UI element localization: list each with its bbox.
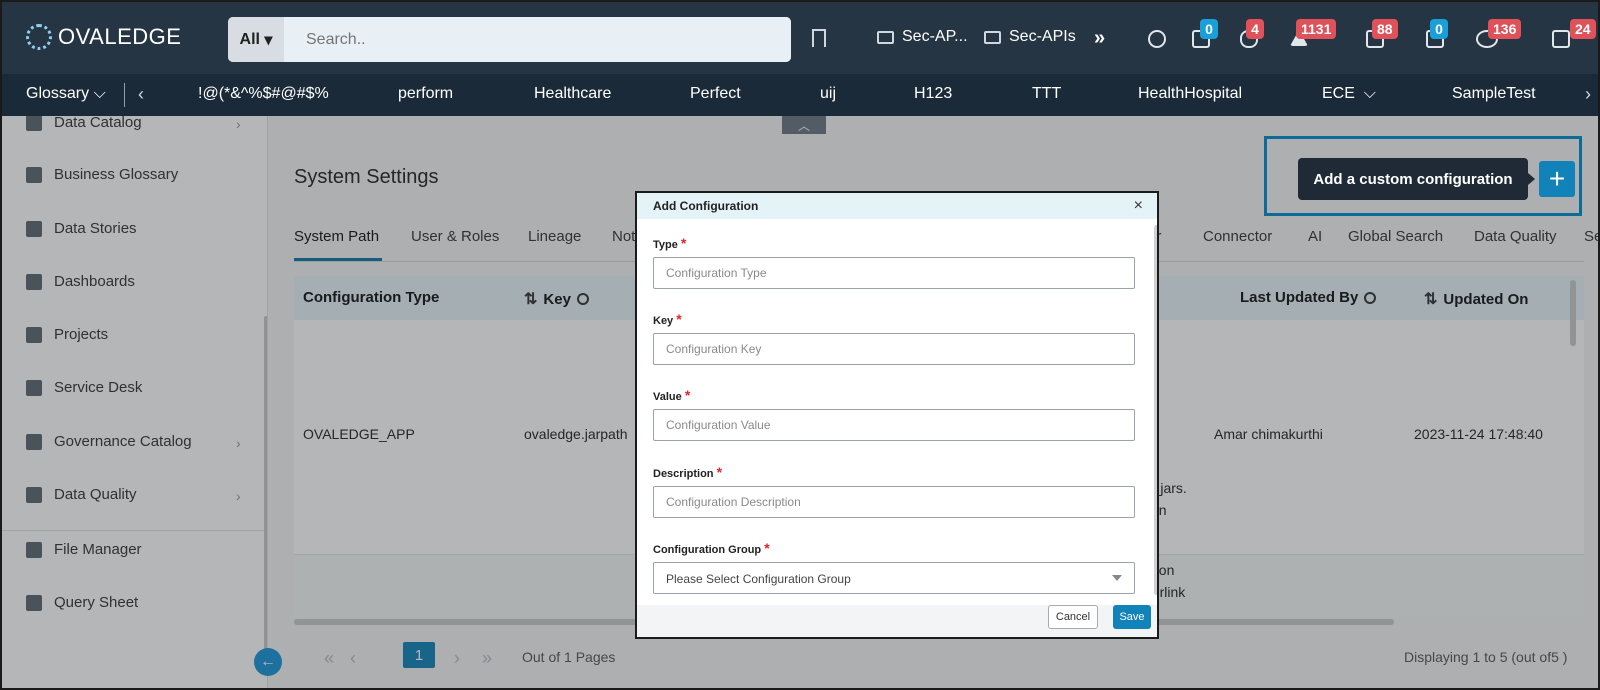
glossary-item[interactable]: perform	[398, 85, 453, 103]
key-input[interactable]	[653, 333, 1135, 365]
type-label: Type *	[653, 235, 686, 251]
divider	[124, 83, 125, 107]
field-label-text: Configuration Group	[653, 544, 762, 556]
field-label-text: Description	[653, 468, 714, 480]
required-mark: *	[716, 464, 723, 480]
type-input[interactable]	[653, 257, 1135, 289]
dashboard-gauge-icon[interactable]	[1148, 30, 1166, 48]
add-configuration-modal: Add Configuration × Type * Key * Value *…	[635, 191, 1159, 639]
folder-icon	[984, 30, 1001, 44]
glossary-item[interactable]: H123	[914, 85, 952, 103]
search-input[interactable]	[284, 17, 791, 62]
glossary-item-ece[interactable]: ECE ⌵	[1322, 85, 1376, 103]
glossary-item[interactable]: uij	[820, 85, 836, 103]
clipboard-count-badge: 24	[1570, 19, 1596, 39]
required-mark: *	[680, 235, 687, 251]
chevron-left-icon[interactable]: ‹	[138, 84, 144, 105]
clipboard-icon[interactable]	[1552, 30, 1570, 48]
logo-icon	[26, 24, 52, 50]
glossary-title: Glossary	[26, 85, 90, 102]
alert-count-badge: 1131	[1296, 19, 1337, 39]
configuration-group-label: Configuration Group *	[653, 540, 770, 556]
api-count-badge: 136	[1488, 19, 1522, 39]
glossary-nav-bar: Glossary ⌵ ‹ !@(*&^%$#@#$% perform Healt…	[2, 74, 1598, 116]
value-input[interactable]	[653, 409, 1135, 441]
global-search: All ▾	[228, 17, 791, 62]
glossary-item[interactable]: HealthHospital	[1138, 85, 1242, 103]
glossary-item[interactable]: SampleTest	[1452, 85, 1536, 103]
add-custom-configuration-tooltip: Add a custom configuration	[1298, 158, 1535, 200]
close-icon[interactable]: ×	[1134, 197, 1143, 215]
ovaledge-logo[interactable]: OVALEDGE	[26, 24, 181, 50]
header-tab-label: Sec-AP...	[902, 28, 968, 45]
brand-name: OVALEDGE	[58, 24, 182, 49]
chevron-right-icon[interactable]: ›	[1585, 84, 1591, 105]
lock-count-badge: 0	[1430, 19, 1448, 39]
cancel-button[interactable]: Cancel	[1048, 605, 1098, 629]
configuration-group-select[interactable]: Please Select Configuration Group	[653, 562, 1135, 594]
save-button[interactable]: Save	[1113, 605, 1151, 629]
chevron-down-icon: ⌵	[1363, 85, 1376, 102]
required-mark: *	[684, 387, 691, 403]
select-placeholder: Please Select Configuration Group	[666, 572, 851, 586]
database-count-badge: 4	[1246, 19, 1264, 39]
add-configuration-button[interactable]: +	[1539, 161, 1575, 197]
header-tab-sec-apis[interactable]: Sec-APIs	[984, 28, 1076, 46]
bookmark-icon[interactable]	[812, 29, 826, 47]
chevron-down-icon: ⌵	[93, 85, 106, 102]
description-label: Description *	[653, 464, 722, 480]
modal-header: Add Configuration ×	[637, 193, 1157, 219]
header-tab-sec-ap[interactable]: Sec-AP...	[877, 28, 968, 46]
field-label-text: Type	[653, 239, 678, 251]
description-input[interactable]	[653, 486, 1135, 518]
modal-title: Add Configuration	[653, 199, 759, 213]
tasks-count-badge: 0	[1200, 19, 1218, 39]
field-label-text: Value	[653, 391, 682, 403]
folder-icon	[877, 30, 894, 44]
search-scope-label: All	[239, 30, 260, 48]
chevron-down-icon	[1112, 575, 1122, 581]
required-mark: *	[676, 311, 682, 327]
key-label: Key *	[653, 311, 682, 327]
glossary-item[interactable]: !@(*&^%$#@#$%	[198, 85, 329, 103]
app-frame: OVALEDGE All ▾ Sec-AP... Sec-APIs » 0 4 …	[0, 0, 1600, 690]
glossary-dropdown[interactable]: Glossary ⌵	[26, 85, 106, 103]
search-scope-dropdown[interactable]: All ▾	[228, 17, 284, 62]
modal-scrollbar[interactable]	[1154, 225, 1157, 595]
code-count-badge: 88	[1372, 19, 1398, 39]
header-tab-label: Sec-APIs	[1009, 28, 1076, 45]
top-bar: OVALEDGE All ▾ Sec-AP... Sec-APIs » 0 4 …	[2, 2, 1598, 74]
more-tabs-icon[interactable]: »	[1094, 27, 1105, 50]
glossary-item[interactable]: Perfect	[690, 85, 741, 103]
field-label-text: Key	[653, 315, 674, 327]
glossary-item[interactable]: Healthcare	[534, 85, 611, 103]
value-label: Value *	[653, 387, 690, 403]
glossary-item[interactable]: TTT	[1032, 85, 1061, 103]
glossary-item-label: ECE	[1322, 85, 1355, 102]
required-mark: *	[764, 540, 770, 556]
